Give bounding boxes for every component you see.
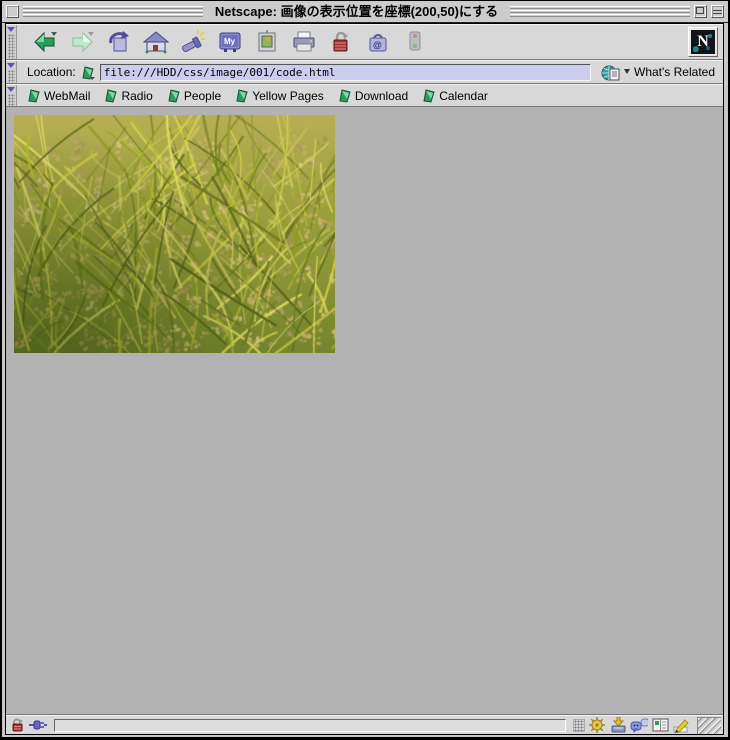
personal-toolbar-item-calendar[interactable]: Calendar [422,88,488,103]
personal-toolbar-collapse-tab[interactable] [6,85,17,106]
security-button[interactable] [327,28,355,56]
location-bar: Location: What's Related [6,60,723,84]
navigator-button[interactable] [588,718,606,733]
forward-icon [69,29,95,55]
forward-button[interactable] [68,28,96,56]
whats-related-globe-icon [601,64,621,81]
personal-toolbar-item-label: People [184,89,221,103]
home-button[interactable] [142,28,170,56]
nav-buttons: My [17,28,688,56]
shop-button[interactable]: @ [364,28,392,56]
personal-toolbar-item-people[interactable]: People [167,88,221,103]
back-button[interactable] [31,28,59,56]
address-book-button[interactable] [651,718,669,733]
composer-pen-icon [672,718,690,733]
print-icon [291,29,317,55]
personal-toolbar: WebMail Radio People Yellow Pages Downlo… [6,84,723,107]
nav-toolbar-collapse-tab[interactable] [6,25,17,59]
location-input[interactable] [100,64,591,81]
personal-toolbar-item-radio[interactable]: Radio [104,88,152,103]
location-bar-collapse-tab[interactable] [6,61,17,83]
svg-text:@: @ [373,40,382,50]
bookmark-icon [104,88,118,103]
location-label: Location: [27,65,76,79]
personal-toolbar-item-yellow-pages[interactable]: Yellow Pages [235,88,324,103]
titlebar[interactable]: Netscape: 画像の表示位置を座標(200,50)にする [2,1,728,23]
window-frame: My [2,23,728,737]
instant-messenger-button[interactable] [630,718,648,733]
home-icon [143,29,169,55]
personal-toolbar-item-label: Radio [121,89,152,103]
stop-button[interactable] [401,28,429,56]
images-icon [254,29,280,55]
bookmark-icon [167,88,181,103]
resize-grip[interactable] [697,717,721,734]
status-bar [6,715,723,734]
unlock-icon [10,718,25,732]
bookmark-icon [338,88,352,103]
personal-toolbar-items: WebMail Radio People Yellow Pages Downlo… [17,88,488,103]
reload-button[interactable] [105,28,133,56]
back-icon [32,29,58,55]
personal-toolbar-item-label: WebMail [44,89,90,103]
instant-messenger-icon [630,718,648,733]
rice-field-image [14,115,335,353]
security-status-button[interactable] [8,718,26,733]
my-netscape-icon: My [217,29,243,55]
window-title: Netscape: 画像の表示位置を座標(200,50)にする [207,2,506,22]
whats-related-button[interactable]: What's Related [601,64,715,81]
search-icon [180,29,206,55]
composer-button[interactable] [672,718,690,733]
collapse-box[interactable] [711,5,724,18]
security-icon [328,29,354,55]
netscape-logo-icon: N [691,30,715,54]
navigator-wheel-icon [589,717,606,733]
zoom-box[interactable] [694,5,707,18]
component-bar-handle[interactable] [573,719,585,732]
whats-related-label: What's Related [634,65,715,79]
personal-toolbar-item-label: Yellow Pages [252,89,324,103]
titlebar-stripes [510,6,690,18]
titlebar-stripes [23,6,203,18]
online-status-button[interactable] [29,718,47,733]
bookmark-icon[interactable] [80,64,96,80]
personal-toolbar-item-label: Calendar [439,89,488,103]
my-netscape-button[interactable]: My [216,28,244,56]
search-button[interactable] [179,28,207,56]
navigation-toolbar: My [6,24,723,60]
bookmark-icon [235,88,249,103]
print-button[interactable] [290,28,318,56]
content-area [6,107,723,715]
online-plug-icon [29,718,47,732]
svg-text:My: My [224,37,236,46]
personal-toolbar-item-webmail[interactable]: WebMail [27,88,90,103]
personal-toolbar-item-download[interactable]: Download [338,88,408,103]
mail-button[interactable] [609,718,627,733]
bookmark-icon [27,88,41,103]
shop-icon: @ [365,29,391,55]
bookmark-icon [422,88,436,103]
mail-inbox-icon [610,717,627,733]
reload-icon [106,29,132,55]
personal-toolbar-item-label: Download [355,89,408,103]
netscape-logo-button[interactable]: N [688,27,718,57]
close-box[interactable] [6,5,19,18]
stop-icon [402,29,428,55]
address-book-icon [652,718,669,732]
browser-chrome: My [5,23,724,735]
images-button[interactable] [253,28,281,56]
netscape-window: Netscape: 画像の表示位置を座標(200,50)にする [0,0,730,740]
dropdown-triangle-icon [624,69,631,75]
status-message-field [54,719,566,732]
